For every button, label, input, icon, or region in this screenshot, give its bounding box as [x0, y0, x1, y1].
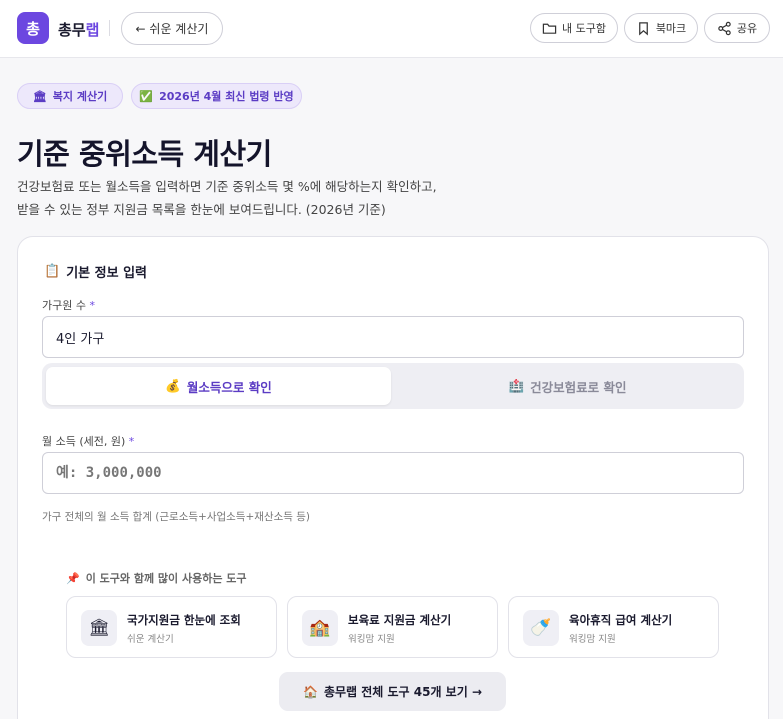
- toolbox-label: 내 도구함: [562, 22, 606, 35]
- household-size-label: 가구원 수 *: [42, 297, 95, 313]
- check-icon: ✅: [139, 89, 154, 103]
- bookmark-button[interactable]: 북마크: [624, 13, 698, 43]
- household-size-select[interactable]: 4인 가구: [42, 316, 744, 358]
- household-size-value: 4인 가구: [56, 331, 105, 347]
- brand-accent: 랩: [85, 21, 100, 39]
- required-mark: *: [89, 299, 95, 312]
- description-line-2: 받을 수 있는 정부 지원금 목록을 한눈에 보여드립니다. (2026년 기준…: [17, 202, 386, 217]
- monthly-income-label: 월 소득 (세전, 원) *: [42, 433, 134, 449]
- header-divider: [109, 20, 110, 36]
- toolbox-button[interactable]: 내 도구함: [530, 13, 618, 43]
- tool-category: 워킹맘 지원: [569, 634, 616, 645]
- tool-category: 워킹맘 지원: [348, 634, 395, 645]
- related-tool-card[interactable]: 🏛 국가지원금 한눈에 조회 쉬운 계산기: [66, 596, 277, 658]
- tab-monthly-income[interactable]: 💰 월소득으로 확인: [46, 367, 391, 405]
- income-label-text: 월 소득 (세전, 원): [42, 435, 126, 448]
- required-mark: *: [128, 435, 135, 448]
- description-line-1: 건강보험료 또는 월소득을 입력하면 기준 중위소득 몇 %에 해당하는지 확인…: [17, 179, 437, 194]
- tool-name: 보육료 지원금 계산기: [348, 613, 452, 627]
- home-icon: 🏠: [303, 684, 318, 699]
- page-title: 기준 중위소득 계산기: [17, 137, 272, 171]
- back-to-easy-calculators-button[interactable]: ← 쉬운 계산기: [121, 12, 223, 45]
- tab-monthly-income-label: 월소득으로 확인: [186, 379, 272, 395]
- back-button-label: ← 쉬운 계산기: [135, 22, 209, 36]
- share-icon: [718, 21, 731, 35]
- school-icon: 🏫: [302, 610, 338, 646]
- money-bag-icon: 💰: [165, 378, 181, 393]
- baby-bottle-icon: 🍼: [523, 610, 559, 646]
- folder-icon: [542, 23, 557, 34]
- tool-name: 육아휴직 급여 계산기: [569, 613, 673, 627]
- tool-name: 국가지원금 한눈에 조회: [127, 613, 241, 627]
- related-tool-card[interactable]: 🏫 보육료 지원금 계산기 워킹맘 지원: [287, 596, 498, 658]
- share-label: 공유: [736, 22, 758, 35]
- tool-category: 쉬운 계산기: [127, 634, 174, 645]
- category-badge-label: 복지 계산기: [52, 90, 108, 103]
- basic-info-section-title: 📋 기본 정보 입력: [44, 262, 147, 281]
- bank-icon: 🏛: [32, 89, 47, 103]
- view-all-tools-button[interactable]: 🏠 총무랩 전체 도구 45개 보기 →: [279, 672, 506, 711]
- tab-health-insurance-label: 건강보험료로 확인: [530, 379, 627, 395]
- related-tool-card[interactable]: 🍼 육아휴직 급여 계산기 워킹맘 지원: [508, 596, 719, 658]
- brand-name[interactable]: 총무랩: [58, 19, 99, 40]
- top-bar: 총 총무랩 ← 쉬운 계산기 내 도구함 북마크 공유: [0, 0, 783, 58]
- logo-icon[interactable]: 총: [17, 12, 49, 44]
- pin-icon: 📌: [66, 571, 80, 585]
- bookmark-icon: [638, 21, 648, 35]
- bank-icon: 🏛: [81, 610, 117, 646]
- monthly-income-input[interactable]: [42, 452, 744, 494]
- share-button[interactable]: 공유: [704, 13, 770, 43]
- law-update-badge-label: 2026년 4월 최신 법령 반영: [159, 90, 294, 103]
- view-all-tools-label: 총무랩 전체 도구 45개 보기 →: [323, 685, 482, 699]
- clipboard-icon: 📋: [44, 264, 61, 279]
- related-tools-title: 📌 이 도구와 함께 많이 사용하는 도구: [66, 570, 247, 586]
- brand-main: 총무: [58, 21, 86, 39]
- bookmark-label: 북마크: [655, 22, 687, 35]
- related-tools-title-text: 이 도구와 함께 많이 사용하는 도구: [85, 572, 247, 585]
- category-badge[interactable]: 🏛 복지 계산기: [17, 83, 123, 109]
- hospital-icon: 🏥: [508, 378, 525, 393]
- page-description: 건강보험료 또는 월소득을 입력하면 기준 중위소득 몇 %에 해당하는지 확인…: [17, 175, 737, 221]
- input-mode-toggle: 💰 월소득으로 확인 🏥 건강보험료로 확인: [42, 363, 744, 409]
- income-hint: 가구 전체의 월 소득 합계 (근로소득+사업소득+재산소득 등): [42, 511, 310, 523]
- section-title-text: 기본 정보 입력: [66, 266, 147, 281]
- law-update-badge: ✅ 2026년 4월 최신 법령 반영: [131, 83, 302, 109]
- household-label-text: 가구원 수: [42, 299, 86, 312]
- tab-health-insurance[interactable]: 🏥 건강보험료로 확인: [395, 367, 740, 405]
